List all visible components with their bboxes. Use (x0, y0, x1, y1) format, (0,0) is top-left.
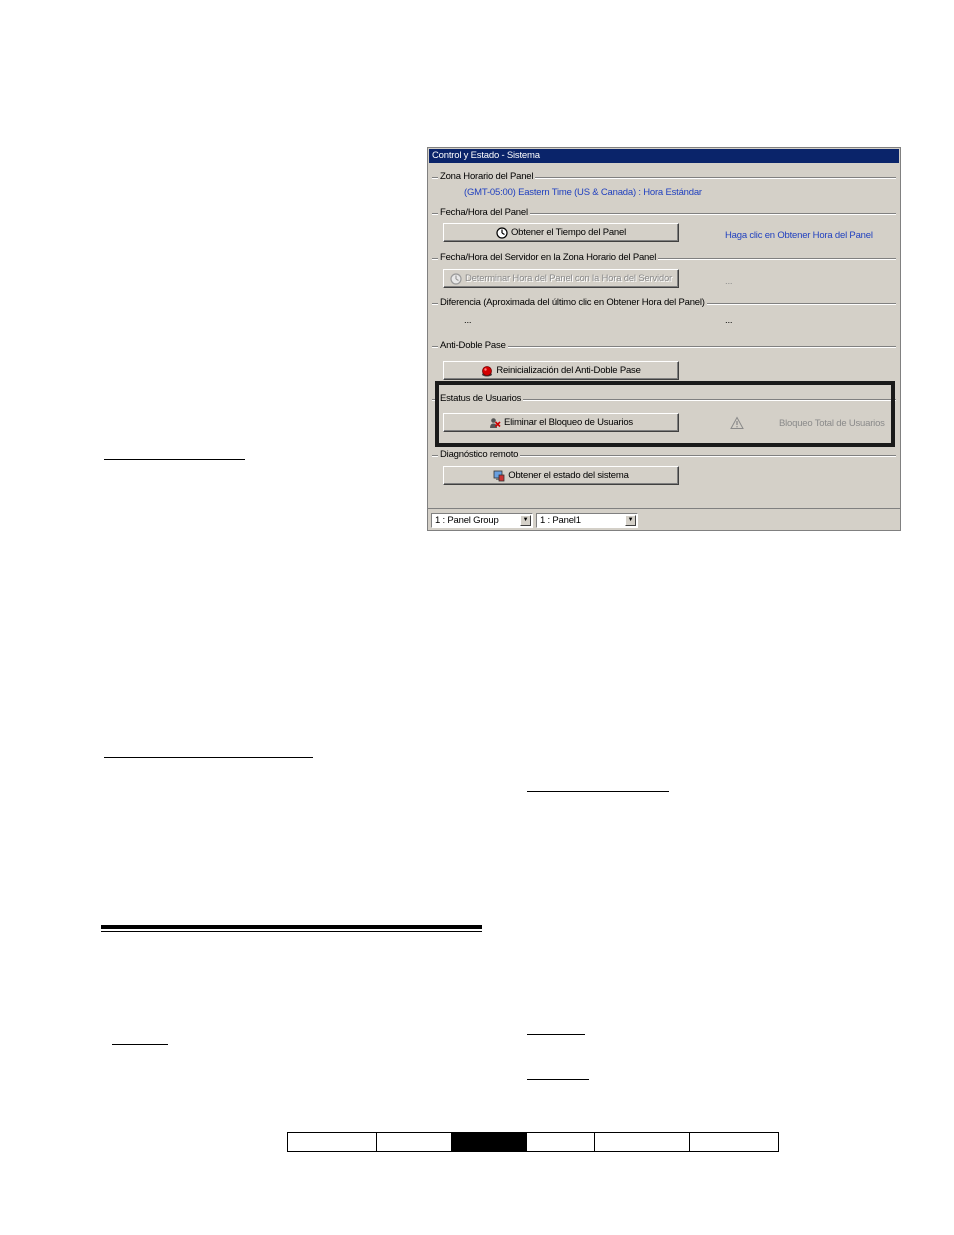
clock-icon (450, 272, 462, 285)
button-label: Determinar Hora del Panel con la Hora de… (464, 273, 673, 284)
server-time-value: ... (725, 276, 733, 287)
red-button-icon (481, 365, 493, 377)
group-label: Anti-Doble Pase (438, 340, 508, 352)
get-system-status-button[interactable]: Obtener el estado del sistema (443, 466, 679, 485)
group-label: Diferencia (Aproximada del último clic e… (438, 297, 707, 309)
window-statusbar: 1 : Panel Group ▼ 1 : Panel1 ▼ (428, 508, 900, 530)
group-anti-passback: Anti-Doble Pase (428, 340, 900, 352)
footer-tab[interactable] (377, 1133, 452, 1151)
group-user-status: Estatus de Usuarios (428, 393, 900, 405)
warning-triangle-icon (730, 416, 744, 430)
section-divider (101, 925, 482, 932)
chevron-down-icon[interactable]: ▼ (625, 515, 636, 526)
group-label: Fecha/Hora del Panel (438, 207, 530, 219)
difference-value-left: ... (464, 315, 472, 326)
group-label: Fecha/Hora del Servidor en la Zona Horar… (438, 252, 659, 264)
select-value: 1 : Panel Group (435, 515, 499, 526)
get-panel-time-button[interactable]: Obtener el Tiempo del Panel (443, 223, 679, 242)
users-lock-icon (489, 417, 501, 429)
underline-mark (104, 459, 245, 460)
panel-select[interactable]: 1 : Panel1 ▼ (536, 513, 638, 528)
computer-status-icon (493, 470, 505, 482)
footer-tab[interactable] (527, 1133, 595, 1151)
remove-user-lockout-button[interactable]: Eliminar el Bloqueo de Usuarios (443, 413, 679, 432)
group-difference: Diferencia (Aproximada del último clic e… (428, 297, 900, 309)
group-label: Estatus de Usuarios (438, 393, 524, 405)
button-label: Reinicialización del Anti-Doble Pase (496, 365, 641, 376)
select-value: 1 : Panel1 (540, 515, 581, 526)
underline-mark (527, 791, 669, 792)
window-titlebar: Control y Estado - Sistema (429, 149, 899, 163)
group-remote-diagnostics: Diagnóstico remoto (428, 449, 900, 461)
clock-icon (496, 226, 508, 239)
group-panel-datetime: Fecha/Hora del Panel (428, 207, 900, 219)
panel-time-hint: Haga clic en Obtener Hora del Panel (725, 230, 873, 241)
chevron-down-icon[interactable]: ▼ (520, 515, 531, 526)
underline-mark (527, 1079, 589, 1080)
sync-server-time-button[interactable]: Determinar Hora del Panel con la Hora de… (443, 269, 679, 288)
button-label: Eliminar el Bloqueo de Usuarios (504, 417, 633, 428)
control-status-window: Control y Estado - Sistema Zona Horario … (427, 147, 901, 531)
underline-mark (104, 757, 313, 758)
timezone-value: (GMT-05:00) Eastern Time (US & Canada) :… (464, 187, 702, 198)
footer-tab-strip (287, 1132, 779, 1152)
button-label: Obtener el Tiempo del Panel (510, 227, 626, 238)
group-timezone: Zona Horario del Panel (428, 171, 900, 183)
user-lockout-status: Bloqueo Total de Usuarios (779, 418, 885, 429)
panel-group-select[interactable]: 1 : Panel Group ▼ (431, 513, 533, 528)
underline-mark (112, 1044, 168, 1045)
difference-value-right: ... (725, 315, 733, 326)
group-label: Zona Horario del Panel (438, 171, 536, 183)
group-label: Diagnóstico remoto (438, 449, 521, 461)
footer-tab[interactable] (690, 1133, 778, 1151)
button-label: Obtener el estado del sistema (508, 470, 629, 481)
reset-anti-passback-button[interactable]: Reinicialización del Anti-Doble Pase (443, 361, 679, 380)
group-server-datetime: Fecha/Hora del Servidor en la Zona Horar… (428, 252, 900, 264)
footer-tab-active[interactable] (452, 1133, 527, 1151)
underline-mark (527, 1034, 585, 1035)
footer-tab[interactable] (595, 1133, 690, 1151)
footer-tab[interactable] (288, 1133, 377, 1151)
